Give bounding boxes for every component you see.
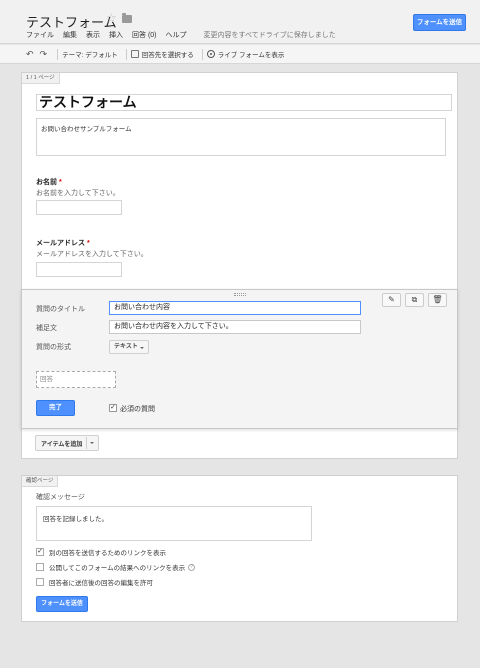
help-text-label: 補足文	[36, 325, 57, 332]
menu-view[interactable]: 表示	[86, 30, 100, 40]
question-type-select[interactable]: テキスト	[109, 340, 149, 354]
question-title-input[interactable]: お問い合わせ内容	[109, 301, 361, 315]
option-label[interactable]: 公開してこのフォームの結果へのリンクを表示	[49, 562, 185, 572]
question-type-label: 質問の形式	[36, 344, 71, 351]
confirmation-message-input[interactable]: 回答を記録しました。	[36, 506, 312, 541]
question-title[interactable]: お名前 *	[36, 177, 62, 187]
question-title-text: メールアドレス	[36, 240, 85, 247]
chevron-down-icon[interactable]	[90, 442, 94, 444]
done-button[interactable]: 完了	[36, 400, 75, 416]
menu-insert[interactable]: 挿入	[109, 30, 123, 40]
help-text-input[interactable]: お問い合わせ内容を入力して下さい。	[109, 320, 361, 334]
menu-responses[interactable]: 回答 (0)	[132, 30, 157, 40]
menu-help[interactable]: ヘルプ	[166, 30, 187, 40]
option-label[interactable]: 別の回答を送信するためのリンクを表示	[49, 547, 166, 557]
button-divider	[86, 437, 87, 449]
theme-button[interactable]: テーマ: デフォルト	[62, 49, 118, 59]
name-answer-field[interactable]	[36, 200, 122, 215]
destination-icon	[130, 50, 139, 58]
publish-results-checkbox[interactable]	[36, 563, 44, 571]
delete-icon[interactable]: 🗑	[428, 293, 447, 307]
menu-bar: ファイル 編集 表示 挿入 回答 (0) ヘルプ 変更内容をすべてドライブに保存…	[26, 30, 336, 40]
view-icon	[206, 50, 215, 58]
form-title-input[interactable]: テストフォーム	[36, 94, 452, 111]
send-form-button-bottom[interactable]: フォームを送信	[36, 596, 88, 612]
question-title-text: お名前	[36, 179, 57, 186]
send-form-button[interactable]: フォームを送信	[413, 14, 466, 31]
toolbar: ↶ ↷ テーマ: デフォルト 回答先を選択する ライブ フォームを表示	[0, 45, 480, 64]
required-checkbox-label[interactable]: 必須の質問	[120, 404, 155, 414]
form-description-input[interactable]: お問い合わせサンプルフォーム	[36, 118, 446, 156]
menu-edit[interactable]: 編集	[63, 30, 77, 40]
toolbar-divider	[201, 48, 203, 60]
document-title[interactable]: テストフォーム	[26, 12, 117, 31]
help-icon[interactable]: ?	[188, 563, 196, 571]
answer-preview: 回答	[36, 371, 116, 388]
redo-icon[interactable]: ↷	[40, 49, 48, 60]
email-answer-field[interactable]	[36, 262, 122, 277]
page-indicator: 1 / 1 ページ	[22, 73, 60, 84]
confirmation-page-card: 確認ページ 確認メッセージ 回答を記録しました。 ✓ 別の回答を送信するためのリ…	[21, 475, 458, 622]
allow-edit-checkbox[interactable]	[36, 578, 44, 586]
drag-handle[interactable]	[234, 293, 246, 296]
add-item-label: アイテムを追加	[41, 442, 83, 448]
undo-icon[interactable]: ↶	[26, 49, 34, 60]
chevron-down-icon	[140, 347, 144, 349]
save-status: 変更内容をすべてドライブに保存しました	[203, 32, 336, 39]
app-header: テストフォーム ☆ ファイル 編集 表示 挿入 回答 (0) ヘルプ 変更内容を…	[0, 0, 480, 44]
folder-icon[interactable]	[122, 13, 132, 23]
menu-file[interactable]: ファイル	[26, 30, 54, 40]
question-help: メールアドレスを入力して下さい。	[36, 251, 148, 258]
duplicate-icon[interactable]: ⧉	[405, 293, 424, 307]
star-icon[interactable]: ☆	[106, 11, 117, 25]
required-mark: *	[87, 240, 90, 247]
toolbar-divider	[57, 48, 59, 60]
toolbar-divider	[125, 48, 127, 60]
show-link-checkbox[interactable]: ✓	[36, 548, 44, 556]
required-mark: *	[59, 179, 62, 186]
question-title[interactable]: メールアドレス *	[36, 238, 90, 248]
option-row: ✓ 別の回答を送信するためのリンクを表示	[36, 547, 166, 557]
view-live-form-button[interactable]: ライブ フォームを表示	[218, 49, 285, 59]
choose-destination-button[interactable]: 回答先を選択する	[142, 49, 194, 59]
option-row: 回答者に送信後の回答の編集を許可	[36, 577, 153, 587]
option-row: 公開してこのフォームの結果へのリンクを表示 ?	[36, 562, 196, 572]
required-checkbox[interactable]: ✓	[109, 404, 117, 412]
question-type-value: テキスト	[114, 344, 138, 350]
question-edit-panel: ✎ ⧉ 🗑 質問のタイトル お問い合わせ内容 補足文 お問い合わせ内容を入力して…	[21, 289, 458, 429]
add-item-button[interactable]: アイテムを追加	[35, 435, 99, 451]
edit-pencil-icon[interactable]: ✎	[382, 293, 401, 307]
question-title-label: 質問のタイトル	[36, 306, 85, 313]
confirmation-message-label: 確認メッセージ	[36, 494, 85, 501]
question-help: お名前を入力して下さい。	[36, 190, 120, 197]
confirmation-page-label: 確認ページ	[22, 476, 59, 487]
option-label[interactable]: 回答者に送信後の回答の編集を許可	[49, 577, 153, 587]
